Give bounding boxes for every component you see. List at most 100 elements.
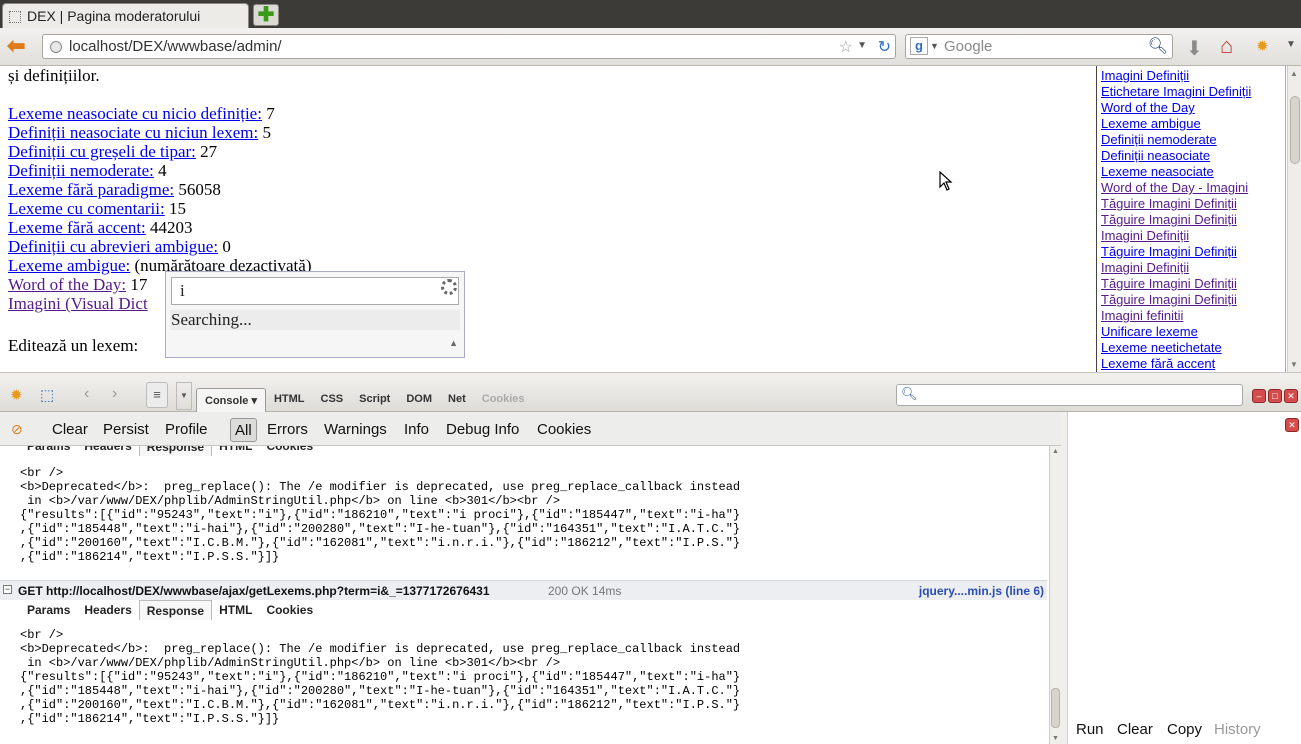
stat-link[interactable]: Definiții cu greșeli de tipar: (8, 142, 196, 161)
stat-link[interactable]: Lexeme cu comentarii: (8, 199, 165, 218)
response-tab[interactable]: HTML (212, 446, 259, 456)
stat-link[interactable]: Word of the Day: (8, 275, 126, 294)
download-arrow-icon[interactable]: ⬇ (1186, 36, 1203, 61)
scroll-down-icon[interactable]: ▼ (1290, 360, 1298, 369)
sidebar-link[interactable]: Lexeme neetichetate (1101, 340, 1285, 356)
sidebar-link[interactable]: Unificare lexeme (1101, 324, 1285, 340)
back-icon[interactable]: ‹ (84, 385, 89, 403)
console-filter-button[interactable]: Clear (48, 418, 92, 442)
response-tab[interactable]: Cookies (259, 446, 320, 456)
search-icon[interactable]: 🔍︎ (1148, 36, 1168, 56)
page-scrollbar[interactable]: ▲ ▼ (1287, 66, 1301, 372)
lexem-autocomplete[interactable]: i Searching... ▲ (165, 271, 465, 358)
sidebar-link[interactable]: Lexeme ambigue (1101, 116, 1285, 132)
stat-link[interactable]: Definiții cu abrevieri ambigue: (8, 237, 218, 256)
panel-tab[interactable]: HTML (266, 388, 313, 412)
network-request-row[interactable]: − GET http://localhost/DEX/wwwbase/ajax/… (0, 580, 1047, 600)
response-tab[interactable]: Response (138, 600, 213, 620)
sidebar-link[interactable]: Lexeme neasociate (1101, 164, 1285, 180)
stat-link[interactable]: Lexeme fără accent: (8, 218, 146, 237)
sidebar-link[interactable]: Tăguire Imagini Definiții (1101, 292, 1285, 308)
sidebar-link[interactable]: Tăguire Imagini Definiții (1101, 196, 1285, 212)
google-engine-icon[interactable]: g (910, 37, 928, 55)
firebug-icon[interactable]: ✹ (1256, 37, 1269, 55)
sidebar-link[interactable]: Tăguire Imagini Definiții (1101, 276, 1285, 292)
command-action-button[interactable]: Run (1076, 721, 1104, 738)
response-tab[interactable]: HTML (212, 600, 259, 620)
scroll-up-icon[interactable]: ▲ (1290, 69, 1298, 78)
minimize-icon[interactable]: – (1252, 389, 1266, 403)
new-tab-button[interactable]: ✚ (253, 4, 279, 26)
inspect-element-icon[interactable]: ⬚ (40, 386, 54, 404)
stat-link[interactable]: Lexeme fără paradigme: (8, 180, 174, 199)
stat-link[interactable]: Definiții nemoderate: (8, 161, 154, 180)
panel-tab[interactable]: DOM (398, 388, 440, 412)
history-dropdown-icon[interactable]: ▼ (857, 40, 867, 51)
response-tab[interactable]: Params (20, 600, 77, 620)
sidebar-link[interactable]: Lexeme fără accent (1101, 356, 1285, 372)
command-action-button[interactable]: Copy (1167, 721, 1202, 738)
close-icon[interactable]: ✕ (1285, 418, 1299, 432)
console-scrollbar[interactable]: ▲ ▼ (1049, 446, 1061, 744)
stat-link[interactable]: Imagini (Visual Dict (8, 294, 148, 313)
console-filter-button[interactable]: Profile (161, 418, 212, 442)
command-editor[interactable]: Run Clear Copy History ✕ (1067, 412, 1301, 744)
scrollbar-thumb[interactable] (1290, 96, 1300, 164)
response-tab[interactable]: Params (20, 446, 77, 456)
request-source-link[interactable]: jquery....min.js (line 6) (919, 584, 1044, 598)
console-filter-button[interactable]: Debug Info (442, 418, 523, 442)
command-action-button[interactable]: Clear (1117, 721, 1153, 738)
stat-link[interactable]: Lexeme neasociate cu nicio definiție: (8, 104, 262, 123)
sidebar-link[interactable]: Etichetare Imagini Definiții (1101, 84, 1285, 100)
back-arrow-icon[interactable]: ⬅ (7, 35, 31, 57)
sidebar-link[interactable]: Definiții neasociate (1101, 148, 1285, 164)
engine-dropdown-icon[interactable]: ▼ (930, 41, 939, 51)
panel-tab[interactable]: CSS (313, 388, 352, 412)
panel-menu-icon[interactable]: ≡ (146, 382, 168, 408)
site-identity-icon[interactable] (50, 41, 62, 53)
console-filter-button[interactable]: Warnings (320, 418, 391, 442)
console-filter-button[interactable]: Info (400, 418, 433, 442)
scroll-down-icon[interactable]: ▼ (1052, 735, 1059, 742)
sidebar-link[interactable]: Imagini fefinitii (1101, 308, 1285, 324)
response-tab[interactable]: Response (138, 446, 213, 456)
close-icon[interactable]: ✕ (1284, 389, 1298, 403)
sidebar-link[interactable]: Tăguire Imagini Definiții (1101, 244, 1285, 260)
url-bar[interactable]: localhost/DEX/wwwbase/admin/ ☆ ▼ ↻ (42, 34, 896, 59)
sidebar-link[interactable]: Imagini Definiții (1101, 68, 1285, 84)
console-filter-button[interactable]: All (230, 418, 257, 442)
firebug-search-input[interactable]: 🔍︎ (896, 384, 1243, 406)
panel-tab[interactable]: Cookies (474, 388, 533, 412)
toolbar-overflow-icon[interactable]: ▼ (1286, 39, 1296, 50)
response-tab[interactable]: Cookies (259, 600, 320, 620)
panel-tab[interactable]: Net (440, 388, 474, 412)
console-filter-button[interactable]: Cookies (533, 418, 595, 442)
forward-icon[interactable]: › (112, 385, 117, 403)
console-scrollbar-thumb[interactable] (1051, 688, 1060, 728)
chevron-up-icon[interactable]: ▲ (449, 338, 458, 348)
firebug-menu-icon[interactable]: ✹ (10, 386, 23, 404)
sidebar-link[interactable]: Imagini Definiții (1101, 260, 1285, 276)
collapse-toggle-icon[interactable]: − (3, 585, 12, 594)
response-tab[interactable]: Headers (77, 600, 138, 620)
sidebar-link[interactable]: Word of the Day (1101, 100, 1285, 116)
stat-link[interactable]: Lexeme ambigue: (8, 256, 130, 275)
sidebar-link[interactable]: Tăguire Imagini Definiții (1101, 212, 1285, 228)
reload-icon[interactable]: ↻ (878, 37, 891, 57)
stat-link[interactable]: Definiții neasociate cu niciun lexem: (8, 123, 258, 142)
scroll-up-icon[interactable]: ▲ (1052, 448, 1059, 455)
sidebar-link[interactable]: Imagini Definiții (1101, 228, 1285, 244)
home-icon[interactable]: ⌂ (1220, 33, 1233, 59)
panel-tab[interactable]: Console ▾ (196, 388, 266, 412)
console-filter-button[interactable]: Persist (99, 418, 153, 442)
browser-tab[interactable]: DEX | Pagina moderatorului (2, 3, 249, 28)
search-bar[interactable]: g ▼ Google 🔍︎ (905, 34, 1173, 59)
console-filter-button[interactable]: Errors (263, 418, 312, 442)
detach-icon[interactable]: □ (1268, 389, 1282, 403)
bookmark-star-icon[interactable]: ☆ (839, 37, 853, 57)
sidebar-link[interactable]: Definiții nemoderate (1101, 132, 1285, 148)
chevron-down-icon[interactable]: ▼ (176, 382, 192, 410)
sidebar-link[interactable]: Word of the Day - Imagini (1101, 180, 1285, 196)
response-tab[interactable]: Headers (77, 446, 138, 456)
panel-tab[interactable]: Script (351, 388, 398, 412)
